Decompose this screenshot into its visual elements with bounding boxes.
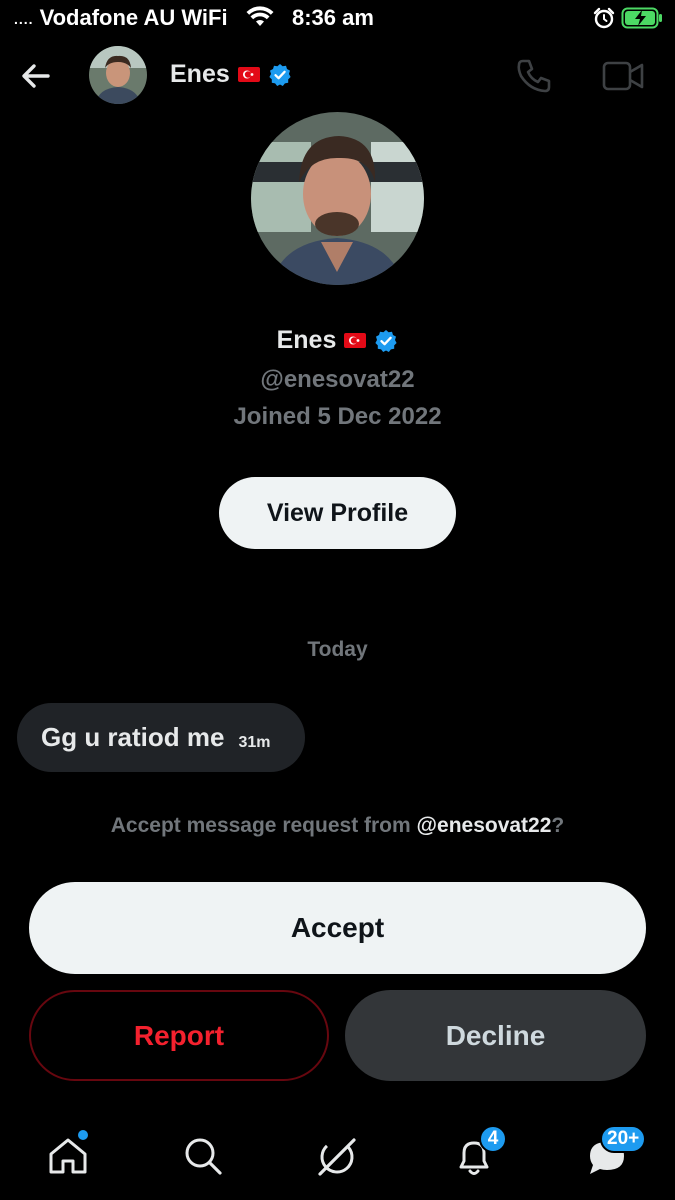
header-name: Enes bbox=[170, 60, 230, 88]
back-arrow-icon[interactable] bbox=[18, 58, 54, 94]
profile-joined-date: Joined 5 Dec 2022 bbox=[233, 403, 442, 430]
phone-call-icon[interactable] bbox=[514, 56, 554, 96]
avatar-image bbox=[89, 46, 147, 104]
profile-handle: @enesovat22 bbox=[260, 366, 415, 393]
wifi-icon bbox=[246, 6, 274, 26]
turkey-flag-icon bbox=[237, 67, 260, 82]
status-time: 8:36 am bbox=[292, 5, 374, 30]
messages-badge: 20+ bbox=[600, 1125, 647, 1153]
home-unread-dot bbox=[78, 1130, 88, 1140]
battery-charging-icon bbox=[621, 7, 662, 29]
turkey-flag-icon bbox=[344, 333, 367, 348]
profile-avatar-image bbox=[251, 112, 424, 285]
alarm-icon bbox=[593, 7, 615, 29]
message-timestamp: 31m bbox=[238, 733, 271, 751]
video-call-icon[interactable] bbox=[602, 58, 644, 94]
accept-button[interactable]: Accept bbox=[29, 882, 646, 974]
header-avatar[interactable] bbox=[89, 46, 147, 104]
report-button[interactable]: Report bbox=[29, 990, 329, 1081]
profile-name: Enes bbox=[276, 326, 337, 354]
carrier-label: .... Vodafone AU WiFi bbox=[14, 5, 228, 31]
header-name-row[interactable]: Enes bbox=[170, 60, 292, 89]
request-handle: @enesovat22 bbox=[416, 814, 552, 837]
message-request-prompt: Accept message request from @enesovat22? bbox=[0, 814, 675, 838]
date-separator: Today bbox=[307, 638, 368, 661]
verified-badge-icon bbox=[269, 63, 291, 86]
request-prefix: Accept message request from bbox=[110, 814, 417, 837]
signal-strength-dots: .... bbox=[14, 11, 34, 28]
message-text: Gg u ratiod me bbox=[41, 722, 225, 752]
notifications-badge: 4 bbox=[479, 1125, 507, 1153]
view-profile-button[interactable]: View Profile bbox=[219, 477, 456, 549]
profile-avatar[interactable] bbox=[251, 112, 424, 285]
home-icon[interactable] bbox=[46, 1134, 90, 1178]
verified-badge-icon bbox=[375, 329, 397, 352]
search-icon[interactable] bbox=[181, 1134, 225, 1178]
decline-button[interactable]: Decline bbox=[345, 990, 646, 1081]
status-bar: .... Vodafone AU WiFi 8:36 am bbox=[0, 0, 675, 36]
bottom-tab-bar: 4 20+ bbox=[0, 1100, 675, 1200]
profile-name-row: Enes bbox=[0, 326, 675, 355]
request-suffix: ? bbox=[551, 814, 565, 837]
message-bubble[interactable]: Gg u ratiod me 31m bbox=[17, 703, 305, 772]
grok-icon[interactable] bbox=[314, 1134, 360, 1180]
carrier-name: Vodafone AU WiFi bbox=[39, 5, 228, 30]
